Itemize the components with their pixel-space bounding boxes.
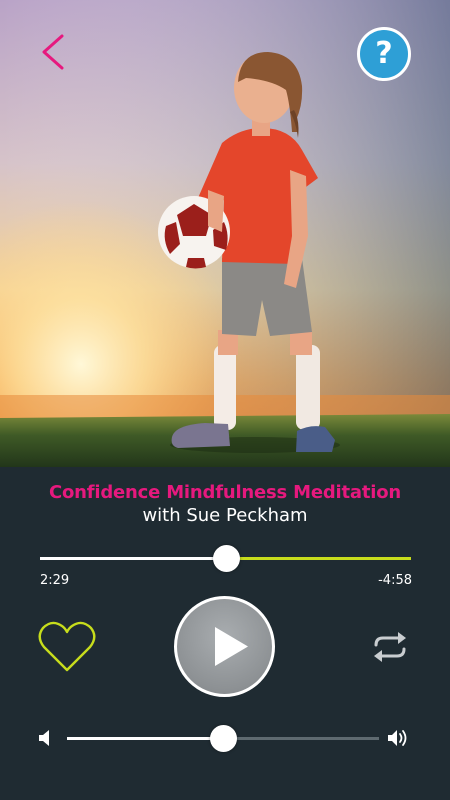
repeat-icon [374,632,406,662]
track-title: Confidence Mindfulness Meditation [48,482,402,503]
track-artist: with Sue Peckham [142,505,308,526]
volume-low-icon [39,730,53,746]
heart-outline-icon [38,621,96,672]
question-mark-icon: ? [375,36,393,71]
time-elapsed: 2:29 [40,573,70,588]
progress-fill [40,557,226,560]
chevron-left-icon [42,34,64,70]
hero-image: ? [0,0,450,467]
progress-thumb[interactable] [213,545,240,572]
help-button[interactable]: ? [357,27,411,81]
player-panel: Confidence Mindfulness Meditation with S… [0,467,450,800]
play-button[interactable] [174,596,275,697]
volume-fill [67,737,223,740]
time-remaining: -4:58 [378,573,412,588]
play-icon [215,627,248,666]
volume-slider[interactable] [67,725,379,752]
back-button[interactable] [30,30,74,74]
favorite-button[interactable] [38,620,96,674]
progress-slider[interactable] [40,545,411,572]
volume-thumb[interactable] [210,725,237,752]
repeat-button[interactable] [370,629,410,665]
volume-high-icon [388,729,410,747]
